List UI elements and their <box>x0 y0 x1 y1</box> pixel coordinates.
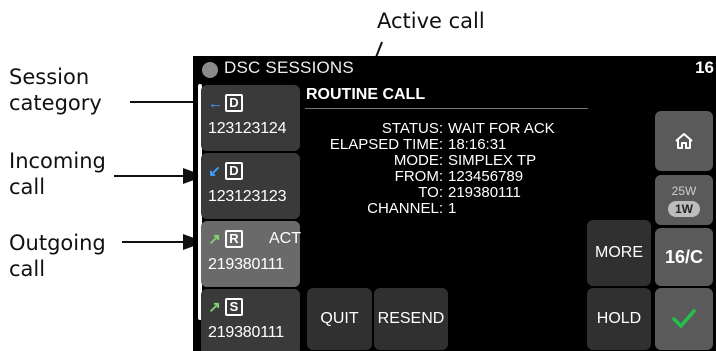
screen-title: DSC SESSIONS <box>224 58 354 77</box>
outgoing-arrow-icon: ↗ <box>208 231 221 248</box>
power-high-label: 25W <box>671 183 697 198</box>
incoming-arrow-icon: ↙ <box>208 163 221 180</box>
session-number: 123123123 <box>208 188 287 205</box>
home-icon <box>675 133 693 149</box>
call-title: ROUTINE CALL <box>306 86 426 103</box>
field-value: 18:16:31 <box>448 136 507 153</box>
session-item-1[interactable]: ← D 123123124 <box>201 85 300 151</box>
field-key: TO: <box>418 184 443 201</box>
annotation-incoming-call: Incoming call <box>9 148 106 200</box>
session-number: 219380111 <box>208 256 284 273</box>
field-key: CHANNEL: <box>367 200 443 217</box>
top-right-indicator: 16 <box>695 58 714 77</box>
session-number: 123123124 <box>208 120 287 137</box>
annotation-outgoing-line1: Outgoing <box>9 231 106 255</box>
session-category-badge: D <box>225 94 243 112</box>
device-screen: DSC SESSIONS 16 ← D 123123124 ↙ D 123123… <box>193 56 716 351</box>
active-label: ACT <box>269 230 301 247</box>
annotation-session-line1: Session <box>9 65 90 89</box>
annotation-outgoing-line2: call <box>9 257 46 281</box>
top-bar: DSC SESSIONS 16 <box>193 56 716 82</box>
session-category-badge: D <box>225 162 243 180</box>
annotation-session-line2: category <box>9 91 102 115</box>
call-title-divider <box>305 108 588 109</box>
field-value: 123456789 <box>448 168 524 185</box>
status-dot <box>202 62 218 78</box>
quit-button[interactable]: QUIT <box>307 288 372 350</box>
more-button[interactable]: MORE <box>587 220 651 286</box>
session-category-badge: S <box>225 298 243 316</box>
annotation-incoming-line2: call <box>9 175 46 199</box>
field-key: STATUS: <box>381 120 443 137</box>
field-key: FROM: <box>394 168 443 185</box>
session-item-2[interactable]: ↙ D 123123123 <box>201 153 300 219</box>
annotation-session-category: Session category <box>9 64 102 116</box>
direction-arrow-icon: ← <box>208 94 223 112</box>
hold-button[interactable]: HOLD <box>587 288 651 350</box>
session-item-4[interactable]: ↗ S 219380111 <box>201 289 300 351</box>
field-value: 1 <box>448 200 457 217</box>
session-number: 219380111 <box>208 324 284 341</box>
field-value: 219380111 <box>448 184 521 201</box>
channel-16c-button[interactable]: 16/C <box>655 228 713 286</box>
power-toggle-button[interactable]: 25W 1W <box>655 175 713 225</box>
field-key: ELAPSED TIME: <box>329 136 443 153</box>
outgoing-arrow-icon: ↗ <box>208 299 221 316</box>
session-category-badge: R <box>225 230 243 248</box>
annotation-incoming-line1: Incoming <box>9 149 106 173</box>
field-value: SIMPLEX TP <box>448 152 537 169</box>
field-key: MODE: <box>393 152 443 169</box>
confirm-button[interactable] <box>655 288 713 350</box>
check-icon <box>672 309 696 328</box>
home-button[interactable] <box>655 111 713 171</box>
field-value: WAIT FOR ACK <box>448 120 555 137</box>
resend-button[interactable]: RESEND <box>374 288 448 350</box>
annotation-outgoing-call: Outgoing call <box>9 230 106 282</box>
power-low-label: 1W <box>668 200 700 217</box>
session-item-3-active[interactable]: ↗ R ACT 219380111 <box>201 221 301 287</box>
